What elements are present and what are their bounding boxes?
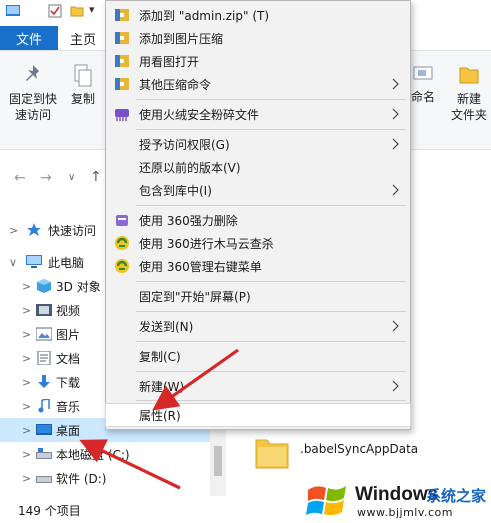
logo-pane-yellow	[324, 500, 344, 516]
arrow-to-properties	[152, 348, 239, 411]
logo-pane-red	[308, 486, 326, 501]
annotation-arrows	[79, 348, 239, 490]
logo-pane-green	[326, 486, 346, 502]
arrow-to-desktop	[79, 439, 181, 490]
watermark-suffix: 系统之家	[426, 487, 487, 505]
watermark-url: www.bjjmlv.com	[357, 506, 453, 519]
watermark: Windows 系统之家 www.bjjmlv.com	[300, 476, 491, 523]
logo-pane-blue	[306, 500, 324, 515]
windows-logo-icon	[306, 486, 346, 516]
